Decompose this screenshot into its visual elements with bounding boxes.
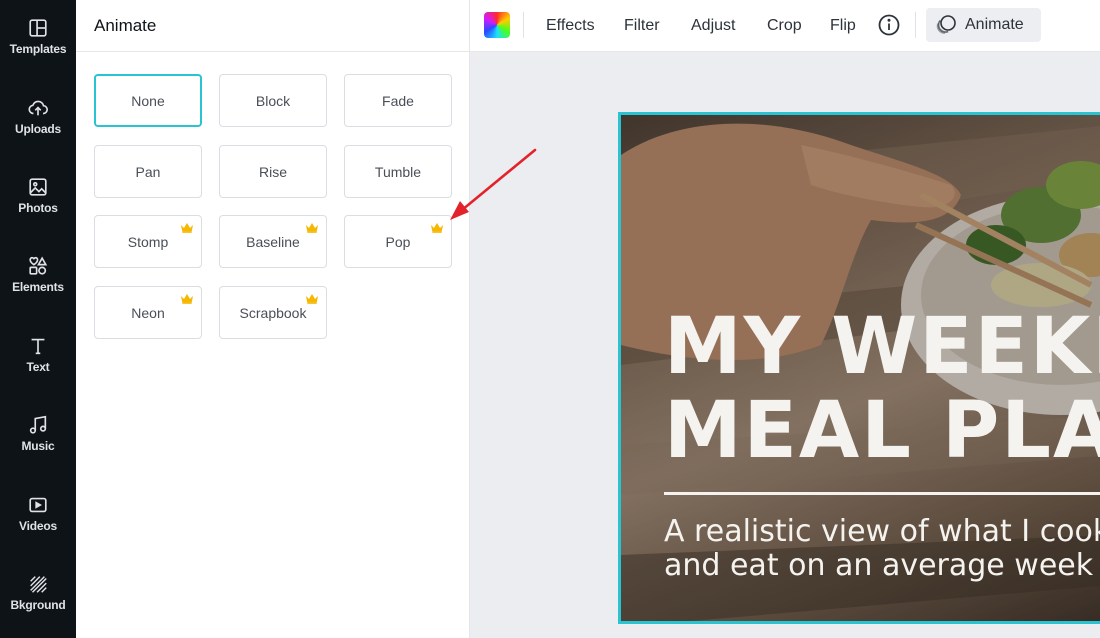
animation-label: Rise xyxy=(258,163,287,180)
animation-pan-button[interactable]: Pan xyxy=(94,145,202,198)
toolbar-divider xyxy=(915,12,916,38)
subheadline-line: A realistic view of what I cook xyxy=(664,514,1100,549)
animation-label: Pop xyxy=(385,233,411,250)
sidebar-item-uploads[interactable]: Uploads xyxy=(0,80,76,150)
sidebar-item-videos[interactable]: Videos xyxy=(0,477,76,547)
effects-button[interactable]: Effects xyxy=(546,0,595,52)
animation-label: Neon xyxy=(131,304,165,321)
sidebar-item-label: Music xyxy=(21,439,55,453)
subheadline-line: and eat on an average week xyxy=(664,548,1094,583)
sidebar-item-templates[interactable]: Templates xyxy=(0,0,76,70)
sidebar-item-photos[interactable]: Photos xyxy=(0,159,76,229)
sidebar-item-music[interactable]: Music xyxy=(0,397,76,467)
sidebar-item-label: Bkground xyxy=(10,598,66,612)
sidebar-item-background[interactable]: Bkground xyxy=(0,556,76,626)
sidebar-item-label: Templates xyxy=(9,42,67,56)
animation-pop-button[interactable]: Pop xyxy=(344,215,452,268)
premium-crown-icon xyxy=(306,294,318,304)
text-t-icon xyxy=(31,338,45,355)
animation-label: Tumble xyxy=(374,163,422,180)
headline-line: MEAL PLAN xyxy=(664,386,1100,476)
sidebar-item-label: Photos xyxy=(18,201,58,215)
divider-line xyxy=(664,492,1100,495)
premium-crown-icon xyxy=(431,223,443,233)
animate-button[interactable]: Animate xyxy=(926,8,1041,42)
animate-circles-icon xyxy=(936,15,956,34)
flip-button[interactable]: Flip xyxy=(830,0,856,52)
animation-stomp-button[interactable]: Stomp xyxy=(94,215,202,268)
headline-text[interactable]: MY WEEKLY MEAL PLAN xyxy=(664,305,1100,473)
animation-label: None xyxy=(131,92,165,109)
animation-label: Fade xyxy=(382,92,414,109)
adjust-button[interactable]: Adjust xyxy=(691,0,735,52)
animation-none-button[interactable]: None xyxy=(94,74,202,127)
panel-title: Animate xyxy=(94,15,157,35)
subheadline-text[interactable]: A realistic view of what I cook and eat … xyxy=(664,515,1100,583)
toolbar-divider xyxy=(523,12,524,38)
color-picker-swatch[interactable] xyxy=(484,12,510,38)
sidebar-item-text[interactable]: Text xyxy=(0,318,76,388)
animation-neon-button[interactable]: Neon xyxy=(94,286,202,339)
info-icon[interactable] xyxy=(878,14,900,36)
sidebar-item-label: Text xyxy=(26,360,50,374)
left-sidebar: Templates Uploads Photos Elements Text M… xyxy=(0,0,76,638)
animation-label: Baseline xyxy=(246,233,300,250)
animation-label: Block xyxy=(255,92,291,109)
sidebar-item-elements[interactable]: Elements xyxy=(0,238,76,308)
animation-label: Stomp xyxy=(127,233,169,250)
image-icon xyxy=(29,178,47,196)
music-note-icon xyxy=(29,415,47,434)
sidebar-item-label: Uploads xyxy=(15,122,61,136)
animation-block-button[interactable]: Block xyxy=(219,74,327,127)
filter-button[interactable]: Filter xyxy=(624,0,660,52)
crop-button[interactable]: Crop xyxy=(767,0,802,52)
shapes-icon xyxy=(29,256,48,275)
editor-app: Templates Uploads Photos Elements Text M… xyxy=(0,0,1100,638)
video-play-icon xyxy=(29,497,47,513)
sidebar-item-label: Videos xyxy=(19,519,57,533)
sidebar-item-label: Elements xyxy=(12,280,64,294)
design-canvas[interactable]: MY WEEKLY MEAL PLAN A realistic view of … xyxy=(618,112,1100,624)
background-hatch-icon xyxy=(30,576,47,593)
headline-line: MY WEEKLY xyxy=(664,302,1100,392)
animation-rise-button[interactable]: Rise xyxy=(219,145,327,198)
animation-label: Pan xyxy=(135,163,161,180)
animate-button-label: Animate xyxy=(965,16,1024,33)
animation-baseline-button[interactable]: Baseline xyxy=(219,215,327,268)
animation-fade-button[interactable]: Fade xyxy=(344,74,452,127)
templates-icon xyxy=(29,19,47,37)
animation-tumble-button[interactable]: Tumble xyxy=(344,145,452,198)
animation-label: Scrapbook xyxy=(239,304,307,321)
panel-header: Animate xyxy=(76,0,469,52)
premium-crown-icon xyxy=(306,223,318,233)
animate-panel: Animate None Block Fade Pan Rise Tumble … xyxy=(76,0,470,638)
animation-scrapbook-button[interactable]: Scrapbook xyxy=(219,286,327,339)
upload-cloud-icon xyxy=(28,100,48,116)
image-toolbar: Effects Filter Adjust Crop Flip Animate xyxy=(470,0,1100,52)
premium-crown-icon xyxy=(181,294,193,304)
premium-crown-icon xyxy=(181,223,193,233)
